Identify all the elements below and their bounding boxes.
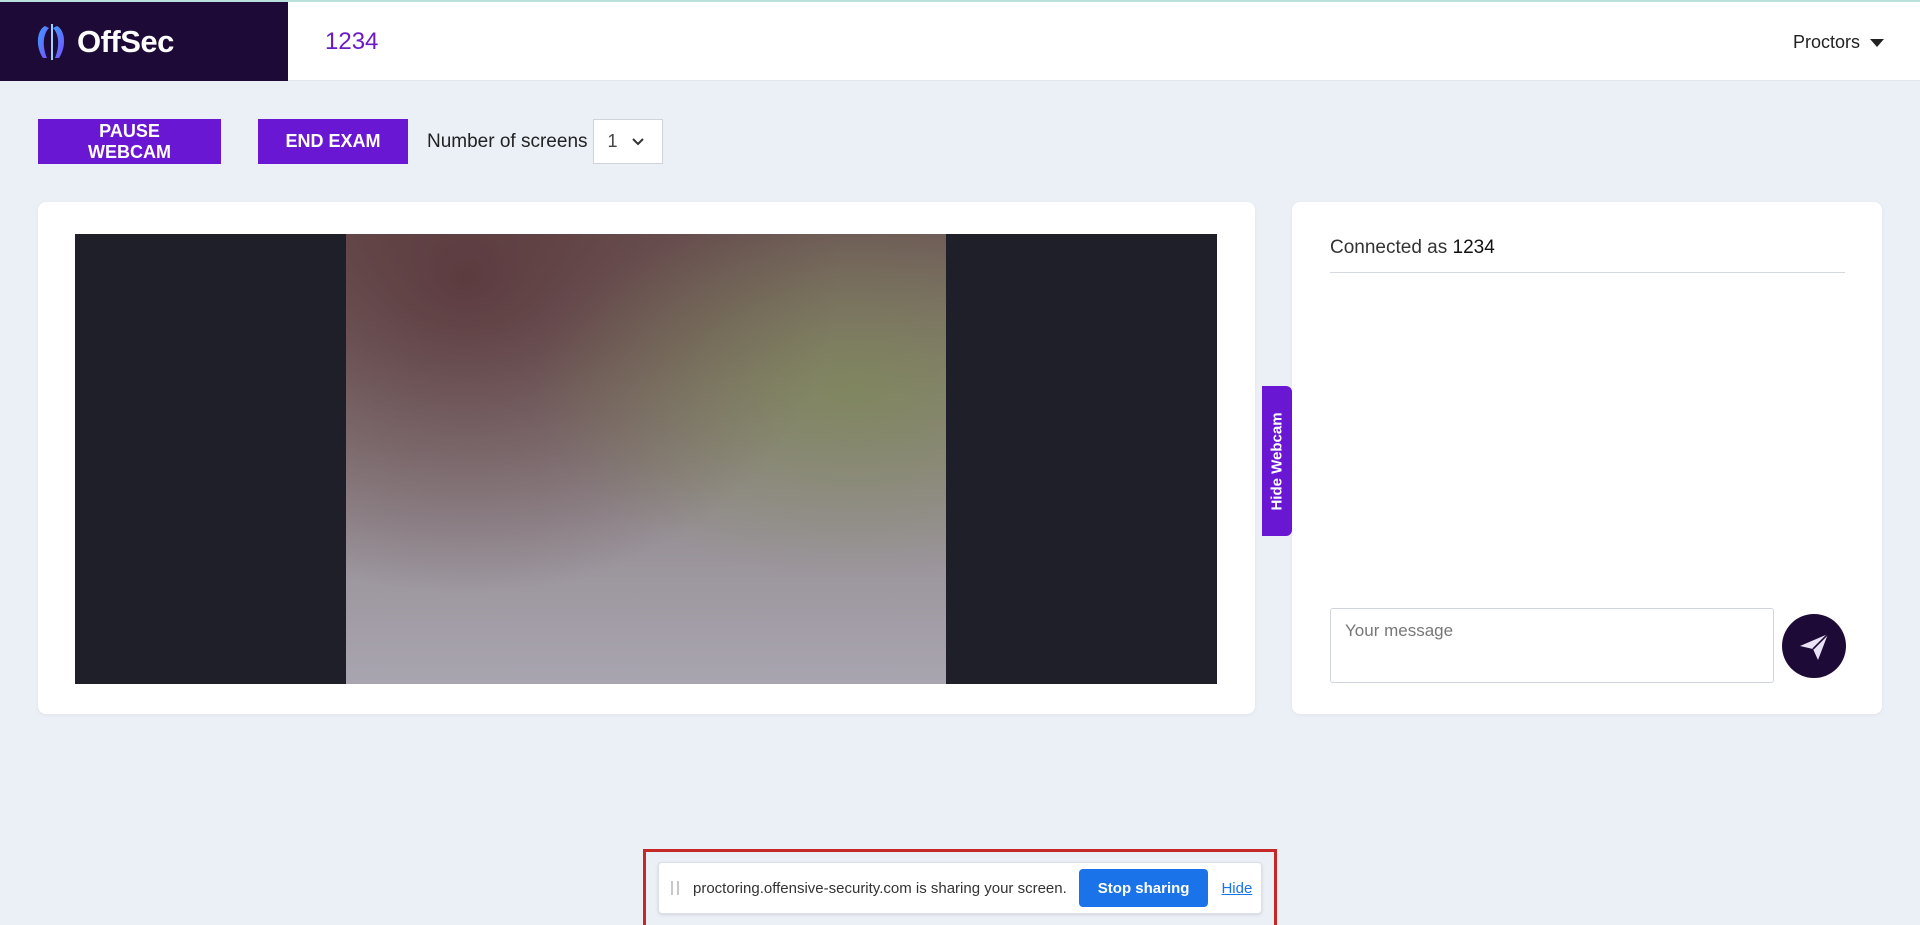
screens-value: 1 bbox=[607, 131, 618, 151]
send-icon bbox=[1800, 633, 1829, 660]
offsec-logo-icon bbox=[37, 23, 65, 60]
caret-down-icon bbox=[1870, 38, 1884, 47]
chat-panel: Connected as 1234 bbox=[1292, 202, 1882, 714]
screens-label: Number of screens bbox=[427, 130, 588, 152]
share-message: proctoring.offensive-security.com is sha… bbox=[693, 879, 1067, 897]
drag-handle-icon[interactable] bbox=[671, 881, 679, 895]
chevron-down-icon bbox=[631, 137, 644, 145]
connected-user: 1234 bbox=[1452, 237, 1495, 258]
stop-sharing-button[interactable]: Stop sharing bbox=[1078, 869, 1209, 907]
brand-name: OffSec bbox=[77, 23, 174, 59]
connected-status: Connected as 1234 bbox=[1330, 237, 1845, 273]
proctors-label: Proctors bbox=[1792, 32, 1860, 52]
message-input[interactable] bbox=[1330, 608, 1774, 683]
toolbar: PAUSE WEBCAM END EXAM Number of screens … bbox=[38, 119, 663, 164]
brand[interactable]: OffSec bbox=[0, 2, 288, 81]
end-exam-button[interactable]: END EXAM bbox=[258, 119, 408, 164]
pause-webcam-button[interactable]: PAUSE WEBCAM bbox=[38, 119, 221, 164]
session-id: 1234 bbox=[325, 28, 379, 55]
hide-webcam-label: Hide Webcam bbox=[1268, 411, 1286, 511]
hide-webcam-tab[interactable]: Hide Webcam bbox=[1262, 386, 1292, 536]
webcam-feed bbox=[346, 234, 946, 684]
webcam-video bbox=[75, 234, 1217, 684]
proctors-menu[interactable]: Proctors bbox=[1793, 32, 1884, 53]
app-header: OffSec 1234 Proctors bbox=[0, 2, 1920, 81]
screens-select[interactable]: 1 bbox=[592, 119, 663, 164]
connected-prefix: Connected as bbox=[1330, 237, 1448, 258]
screen-share-bar: proctoring.offensive-security.com is sha… bbox=[658, 862, 1262, 914]
send-button[interactable] bbox=[1782, 614, 1846, 678]
hide-share-bar-link[interactable]: Hide bbox=[1221, 880, 1252, 897]
webcam-card bbox=[38, 202, 1255, 714]
